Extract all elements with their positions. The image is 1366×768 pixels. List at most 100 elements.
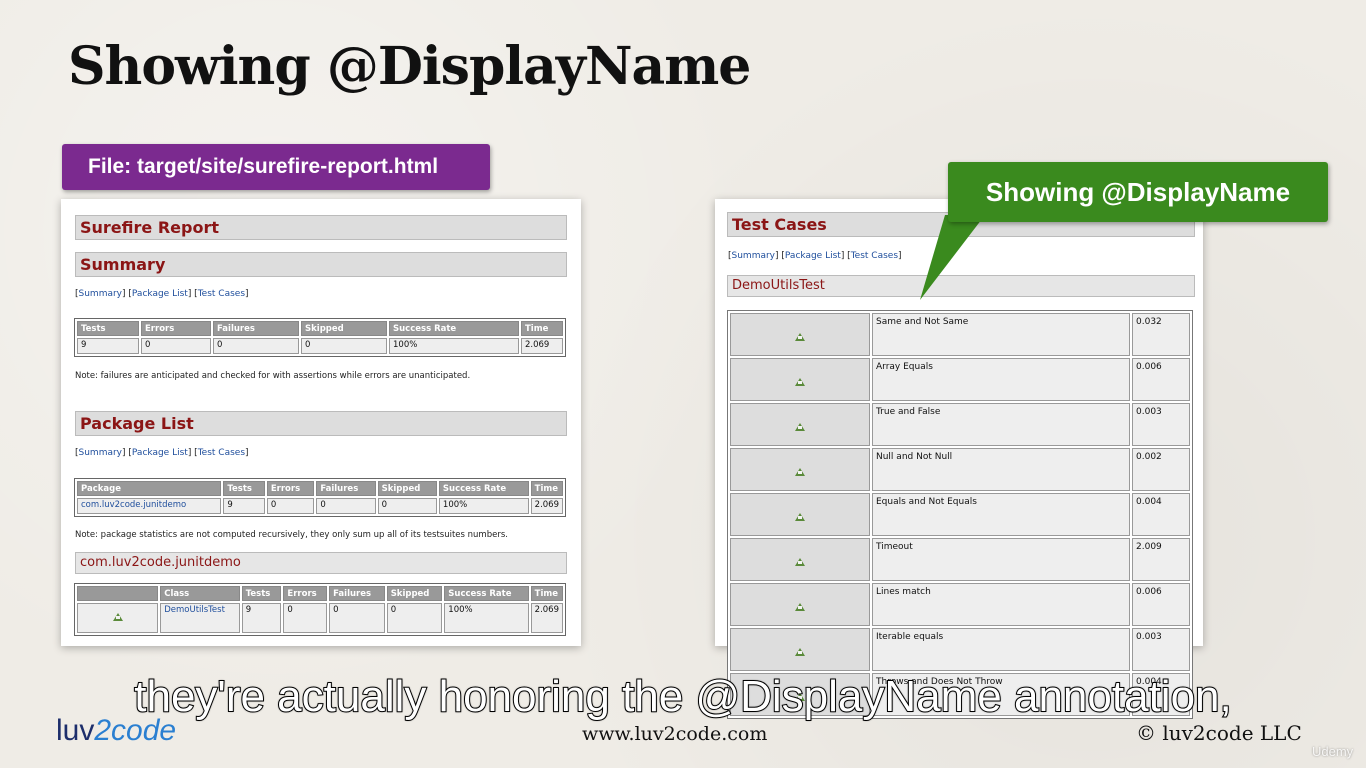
test-case-name: Equals and Not Equals [872, 493, 1130, 536]
class-link[interactable]: DemoUtilsTest [160, 603, 240, 633]
col-icon [77, 586, 159, 601]
test-case-time: 0.006 [1132, 358, 1190, 401]
class-name-heading: DemoUtilsTest [727, 275, 1195, 297]
package-list-heading: Package List [75, 411, 567, 436]
surefire-report-summary-panel: Surefire Report Summary [Summary] [Packa… [61, 199, 581, 646]
link-package-list[interactable]: Package List [132, 448, 188, 458]
col-errors: Errors [266, 481, 315, 496]
col-time: Time [530, 586, 563, 601]
test-case-row: Null and Not Null 0.002 [730, 448, 1190, 491]
cell-success-rate: 100% [444, 603, 529, 633]
success-triangle-icon [795, 377, 805, 386]
test-case-name: Null and Not Null [872, 448, 1130, 491]
cell-tests: 9 [223, 498, 265, 514]
test-case-name: Lines match [872, 583, 1130, 626]
cell-icon [730, 628, 870, 671]
test-case-row: Same and Not Same 0.032 [730, 313, 1190, 356]
package-note: Note: package statistics are not compute… [75, 530, 508, 540]
cell-icon [77, 603, 159, 633]
col-errors: Errors [141, 321, 211, 336]
success-triangle-icon [112, 612, 123, 621]
test-case-name: True and False [872, 403, 1130, 446]
package-nav-links: [Summary] [Package List] [Test Cases] [75, 448, 249, 458]
cell-icon [730, 448, 870, 491]
cell-errors: 0 [266, 498, 315, 514]
link-summary[interactable]: Summary [79, 448, 123, 458]
table-header-row: Package Tests Errors Failures Skipped Su… [77, 481, 563, 496]
table-row: com.luv2code.junitdemo 9 0 0 0 100% 2.06… [77, 498, 563, 514]
col-errors: Errors [283, 586, 328, 601]
success-triangle-icon [795, 647, 805, 656]
test-case-row: Iterable equals 0.003 [730, 628, 1190, 671]
cell-failures: 0 [329, 603, 385, 633]
table-row: 9 0 0 0 100% 2.069 [77, 338, 563, 354]
table-row: DemoUtilsTest 9 0 0 0 100% 2.069 [77, 603, 563, 633]
test-case-name: Array Equals [872, 358, 1130, 401]
cell-icon [730, 583, 870, 626]
success-triangle-icon [795, 467, 805, 476]
test-case-name: Iterable equals [872, 628, 1130, 671]
test-case-time: 0.006 [1132, 583, 1190, 626]
cell-skipped: 0 [301, 338, 387, 354]
col-skipped: Skipped [301, 321, 387, 336]
summary-note: Note: failures are anticipated and check… [75, 371, 471, 381]
cell-time: 2.069 [530, 603, 563, 633]
col-failures: Failures [316, 481, 376, 496]
cell-success-rate: 100% [438, 498, 529, 514]
success-triangle-icon [795, 512, 805, 521]
col-tests: Tests [241, 586, 282, 601]
col-failures: Failures [329, 586, 385, 601]
col-success-rate: Success Rate [444, 586, 529, 601]
link-package-list[interactable]: Package List [132, 289, 188, 299]
test-case-time: 0.032 [1132, 313, 1190, 356]
link-package-list[interactable]: Package List [785, 251, 841, 261]
link-summary[interactable]: Summary [79, 289, 123, 299]
link-test-cases[interactable]: Test Cases [851, 251, 898, 261]
file-banner: File: target/site/surefire-report.html [62, 144, 490, 190]
test-cases-nav-links: [Summary] [Package List] [Test Cases] [728, 251, 902, 261]
udemy-watermark: Udemy [1312, 744, 1354, 759]
col-package: Package [77, 481, 222, 496]
cell-failures: 0 [316, 498, 376, 514]
test-case-row: True and False 0.003 [730, 403, 1190, 446]
summary-nav-links: [Summary] [Package List] [Test Cases] [75, 289, 249, 299]
col-skipped: Skipped [377, 481, 437, 496]
table-header-row: Class Tests Errors Failures Skipped Succ… [77, 586, 563, 601]
test-case-name: Timeout [872, 538, 1130, 581]
col-success-rate: Success Rate [389, 321, 519, 336]
success-triangle-icon [795, 557, 805, 566]
col-tests: Tests [223, 481, 265, 496]
link-test-cases[interactable]: Test Cases [198, 289, 245, 299]
col-tests: Tests [77, 321, 139, 336]
cell-icon [730, 403, 870, 446]
success-triangle-icon [795, 422, 805, 431]
table-header-row: Tests Errors Failures Skipped Success Ra… [77, 321, 563, 336]
test-case-time: 0.004 [1132, 493, 1190, 536]
cell-skipped: 0 [377, 498, 437, 514]
test-case-time: 2.009 [1132, 538, 1190, 581]
cell-skipped: 0 [386, 603, 443, 633]
summary-table: Tests Errors Failures Skipped Success Ra… [74, 318, 566, 357]
package-link[interactable]: com.luv2code.junitdemo [77, 498, 222, 514]
slide-title: Showing @DisplayName [68, 36, 751, 97]
link-test-cases[interactable]: Test Cases [198, 448, 245, 458]
test-case-row: Equals and Not Equals 0.004 [730, 493, 1190, 536]
test-cases-panel: Test Cases [Summary] [Package List] [Tes… [715, 199, 1203, 719]
cell-icon [730, 538, 870, 581]
success-triangle-icon [795, 602, 805, 611]
link-summary[interactable]: Summary [732, 251, 776, 261]
test-case-name: Same and Not Same [872, 313, 1130, 356]
luv2code-logo: luv2code [56, 714, 177, 747]
summary-heading: Summary [75, 252, 567, 277]
test-case-time: 0.003 [1132, 628, 1190, 671]
cell-tests: 9 [241, 603, 282, 633]
test-case-time: 0.002 [1132, 448, 1190, 491]
test-case-row: Lines match 0.006 [730, 583, 1190, 626]
class-table: Class Tests Errors Failures Skipped Succ… [74, 583, 566, 636]
col-time: Time [530, 481, 563, 496]
cell-icon [730, 358, 870, 401]
cell-failures: 0 [213, 338, 299, 354]
package-name-heading: com.luv2code.junitdemo [75, 552, 567, 574]
col-success-rate: Success Rate [438, 481, 529, 496]
report-title: Surefire Report [75, 215, 567, 240]
